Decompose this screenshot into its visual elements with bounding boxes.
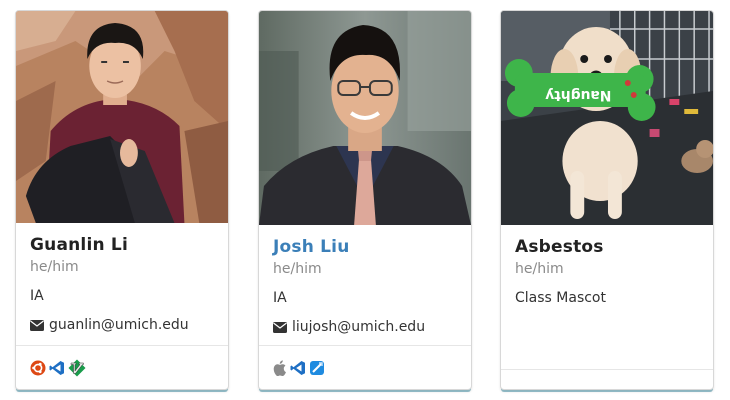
staff-email-row: liujosh@umich.edu (273, 319, 457, 335)
staff-email-row: guanlin@umich.edu (30, 317, 214, 333)
tools-footer (259, 345, 471, 389)
svg-text:Naughty: Naughty (545, 87, 611, 103)
staff-role: IA (273, 290, 287, 306)
tools-footer (501, 369, 713, 389)
staff-card-asbestos: Naughty Asbestos he/him Class Mascot (500, 10, 714, 390)
staff-pronouns: he/him (273, 261, 322, 277)
staff-name-link[interactable]: Josh Liu (273, 237, 457, 257)
asbestos-photo: Naughty (501, 11, 713, 225)
staff-email-link[interactable]: liujosh@umich.edu (292, 319, 425, 335)
staff-role: Class Mascot (515, 290, 606, 306)
staff-card-guanlin: Guanlin Li he/him IA guanlin@umich.edu (15, 10, 229, 390)
vscode-icon (49, 360, 65, 376)
guanlin-photo (16, 11, 228, 223)
staff-name: Guanlin Li (30, 235, 128, 255)
staff-pronouns: he/him (515, 261, 564, 277)
vscode-icon (290, 360, 306, 376)
staff-email-link[interactable]: guanlin@umich.edu (49, 317, 189, 333)
envelope-icon (30, 319, 44, 331)
josh-photo (259, 11, 471, 225)
tools-footer (16, 345, 228, 389)
staff-pronouns: he/him (30, 259, 79, 275)
vim-icon (68, 359, 86, 377)
staff-card-josh: Josh Liu he/him IA liujosh@umich.edu (258, 10, 472, 390)
staff-role: IA (30, 288, 44, 304)
envelope-icon (273, 321, 287, 333)
apple-icon (273, 359, 287, 376)
staff-name: Asbestos (515, 237, 604, 257)
ubuntu-icon (30, 360, 46, 376)
xcode-icon (309, 360, 325, 376)
